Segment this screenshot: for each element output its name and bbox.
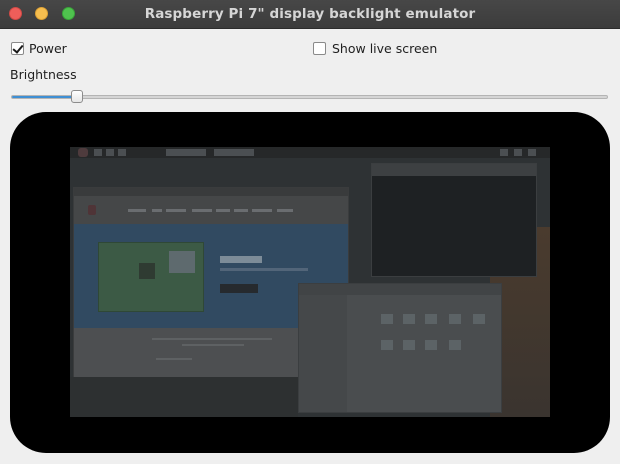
- file-manager-window: [298, 283, 502, 413]
- text-line: [156, 358, 192, 360]
- folder-icon: [403, 340, 415, 350]
- title-bar[interactable]: Raspberry Pi 7" display backlight emulat…: [0, 0, 620, 29]
- text-line: [152, 338, 272, 340]
- raspberry-logo-icon: [78, 148, 88, 157]
- folder-icon: [381, 314, 393, 324]
- nav-item: [128, 209, 146, 212]
- folder-icon: [449, 340, 461, 350]
- taskbar-icon: [118, 149, 126, 156]
- board-image: [98, 242, 204, 312]
- folder-icon: [473, 314, 485, 324]
- folder-icon: [403, 314, 415, 324]
- nav-item: [216, 209, 230, 212]
- taskbar-item: [214, 149, 254, 156]
- checkmark-icon: [12, 42, 24, 54]
- brightness-label: Brightness: [10, 67, 77, 82]
- browser-site-nav: [74, 196, 348, 224]
- nav-item: [192, 209, 212, 212]
- hero-button-block: [220, 284, 258, 293]
- show-live-screen-label: Show live screen: [332, 41, 438, 56]
- nav-item: [252, 209, 272, 212]
- desktop-shadow-area: [70, 377, 298, 417]
- nav-item: [234, 209, 248, 212]
- desktop-taskbar: [70, 147, 550, 158]
- brightness-slider-handle[interactable]: [70, 90, 83, 103]
- app-window: Raspberry Pi 7" display backlight emulat…: [0, 0, 620, 464]
- nav-item: [277, 209, 293, 212]
- taskbar-icon: [500, 149, 508, 156]
- terminal-title-bar: [372, 164, 536, 176]
- text-line: [182, 344, 244, 346]
- taskbar-icon: [528, 149, 536, 156]
- power-label: Power: [29, 41, 67, 56]
- nav-item: [166, 209, 186, 212]
- browser-tab-bar: [74, 188, 348, 196]
- folder-icon: [449, 314, 461, 324]
- hero-subtext-block: [220, 268, 308, 271]
- display-preview-frame: [10, 112, 610, 453]
- brightness-slider-fill: [12, 96, 78, 98]
- window-title: Raspberry Pi 7" display backlight emulat…: [144, 6, 476, 22]
- hero-heading-block: [220, 256, 262, 263]
- folder-icon: [425, 340, 437, 350]
- power-checkbox[interactable]: [11, 42, 24, 55]
- site-logo-icon: [88, 205, 96, 215]
- folder-icon: [425, 314, 437, 324]
- taskbar-icon: [106, 149, 114, 156]
- brightness-slider-track[interactable]: [11, 95, 608, 99]
- folder-icon: [381, 340, 393, 350]
- chip-shape: [139, 263, 155, 279]
- file-manager-title-bar: [299, 284, 501, 295]
- nav-item: [152, 209, 162, 212]
- taskbar-icon: [94, 149, 102, 156]
- display-screen: [70, 147, 550, 417]
- taskbar-icon: [514, 149, 522, 156]
- terminal-window: [371, 163, 537, 277]
- taskbar-item: [166, 149, 206, 156]
- file-manager-sidebar: [299, 295, 347, 412]
- show-live-screen-checkbox[interactable]: [313, 42, 326, 55]
- chip-shape: [169, 251, 195, 273]
